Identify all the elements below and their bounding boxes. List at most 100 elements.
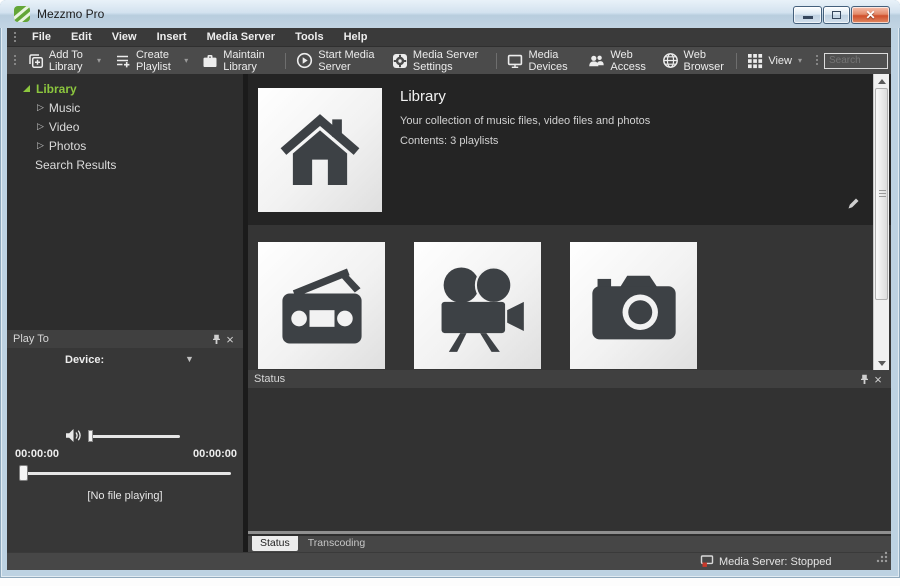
library-tiles-section xyxy=(248,225,891,370)
vertical-scrollbar[interactable] xyxy=(873,74,889,370)
minimize-icon xyxy=(803,16,813,19)
library-contents: Contents: 3 playlists xyxy=(400,135,498,147)
menubar-drag-handle[interactable] xyxy=(13,31,17,44)
tree-item-label: Video xyxy=(49,120,79,134)
tree-collapsed-icon[interactable] xyxy=(37,102,44,113)
create-playlist-button[interactable]: Create Playlist xyxy=(108,49,195,72)
now-playing-text: [No file playing] xyxy=(7,490,243,502)
library-header-section: Library Your collection of music files, … xyxy=(248,74,891,225)
library-tree: Library Music Video Photos xyxy=(7,74,243,174)
tree-item-video[interactable]: Video xyxy=(7,117,243,136)
menu-file[interactable]: File xyxy=(22,28,61,46)
music-tile[interactable] xyxy=(258,242,385,369)
maximize-button[interactable] xyxy=(823,6,850,24)
screen: Mezzmo Pro File Edit View Insert Media S… xyxy=(0,0,900,586)
minimize-button[interactable] xyxy=(793,6,822,24)
maintain-library-label: Maintain Library xyxy=(223,49,273,73)
close-panel-icon[interactable] xyxy=(223,332,237,346)
add-to-library-button[interactable]: Add To Library xyxy=(21,49,108,72)
photos-tile[interactable] xyxy=(570,242,697,369)
movie-camera-icon xyxy=(428,256,528,356)
device-dropdown-icon[interactable] xyxy=(185,354,194,364)
add-to-library-icon xyxy=(28,53,44,69)
volume-slider-thumb[interactable] xyxy=(88,430,93,442)
maintain-library-button[interactable]: Maintain Library xyxy=(195,49,280,72)
media-server-settings-button[interactable]: Media Server Settings xyxy=(385,49,492,72)
main-area: Library Music Video Photos xyxy=(7,74,891,552)
search-drag-handle[interactable] xyxy=(815,54,819,67)
view-button[interactable]: View xyxy=(740,49,809,72)
close-button[interactable] xyxy=(851,6,890,24)
title-bar[interactable]: Mezzmo Pro xyxy=(0,0,900,28)
tab-status[interactable]: Status xyxy=(252,536,298,551)
menu-insert[interactable]: Insert xyxy=(147,28,197,46)
web-browser-button[interactable]: Web Browser xyxy=(655,49,732,72)
library-subtitle: Your collection of music files, video fi… xyxy=(400,115,650,127)
start-media-server-button[interactable]: Start Media Server xyxy=(289,49,385,72)
media-server-settings-icon xyxy=(392,53,408,69)
close-panel-icon[interactable] xyxy=(871,372,885,386)
web-access-button[interactable]: Web Access xyxy=(581,49,654,72)
menu-tools[interactable]: Tools xyxy=(285,28,334,46)
status-panel-header: Status xyxy=(248,370,891,388)
status-panel-title: Status xyxy=(254,373,285,385)
scroll-up-icon[interactable] xyxy=(874,74,890,88)
window-title: Mezzmo Pro xyxy=(37,7,104,21)
web-access-label: Web Access xyxy=(610,49,647,73)
web-browser-label: Web Browser xyxy=(684,49,725,73)
pin-icon[interactable] xyxy=(857,372,871,386)
tree-collapsed-icon[interactable] xyxy=(37,121,44,132)
toolbar-separator xyxy=(285,53,286,69)
tree-expanded-icon[interactable] xyxy=(23,85,30,92)
volume-slider-track[interactable] xyxy=(88,435,180,438)
media-devices-label: Media Devices xyxy=(528,49,574,73)
tree-item-label: Library xyxy=(36,82,77,96)
tree-item-label: Photos xyxy=(49,139,86,153)
chevron-down-icon xyxy=(97,56,101,65)
media-server-status-text: Media Server: Stopped xyxy=(719,556,832,568)
create-playlist-icon xyxy=(115,53,131,69)
menu-media-server[interactable]: Media Server xyxy=(197,28,285,46)
media-server-status: Media Server: Stopped xyxy=(700,555,832,568)
search-input[interactable] xyxy=(824,53,888,69)
library-tree-panel: Library Music Video Photos xyxy=(7,74,243,552)
media-devices-button[interactable]: Media Devices xyxy=(500,49,581,72)
web-access-icon xyxy=(588,53,605,69)
pin-icon[interactable] xyxy=(209,332,223,346)
tab-transcoding[interactable]: Transcoding xyxy=(300,536,373,551)
tree-item-label: Music xyxy=(49,101,80,115)
tree-collapsed-icon[interactable] xyxy=(37,140,44,151)
status-panel-body xyxy=(248,388,891,534)
bottom-tab-strip: Status Transcoding xyxy=(248,536,891,552)
tree-item-label: Search Results xyxy=(35,158,116,172)
menu-edit[interactable]: Edit xyxy=(61,28,102,46)
tree-item-search-results[interactable]: Search Results xyxy=(7,155,243,174)
tree-item-library[interactable]: Library xyxy=(7,79,243,98)
menu-view[interactable]: View xyxy=(102,28,147,46)
play-to-body: Device: 00:00:00 00:00:00 xyxy=(7,348,243,552)
app-logo-icon xyxy=(14,6,30,22)
seek-slider-thumb[interactable] xyxy=(19,465,28,481)
scrollbar-thumb[interactable] xyxy=(875,88,888,300)
media-devices-icon xyxy=(507,53,523,69)
web-browser-icon xyxy=(662,52,679,69)
play-to-title: Play To xyxy=(13,333,49,345)
restore-icon xyxy=(832,11,841,19)
toolbar-separator xyxy=(496,53,497,69)
video-tile[interactable] xyxy=(414,242,541,369)
seek-slider-track[interactable] xyxy=(21,472,231,475)
scroll-down-icon[interactable] xyxy=(874,356,890,370)
tree-item-photos[interactable]: Photos xyxy=(7,136,243,155)
chevron-down-icon xyxy=(184,56,188,65)
toolbar-drag-handle[interactable] xyxy=(13,54,16,67)
app-window: Mezzmo Pro File Edit View Insert Media S… xyxy=(0,0,900,578)
start-media-server-icon xyxy=(296,52,313,69)
tree-item-music[interactable]: Music xyxy=(7,98,243,117)
camera-icon xyxy=(584,256,684,356)
elapsed-time: 00:00:00 xyxy=(15,448,59,460)
library-thumbnail[interactable] xyxy=(258,88,382,212)
volume-icon[interactable] xyxy=(65,428,83,448)
menu-help[interactable]: Help xyxy=(334,28,378,46)
resize-grip-icon[interactable] xyxy=(876,550,888,568)
edit-pencil-icon[interactable] xyxy=(846,196,861,216)
